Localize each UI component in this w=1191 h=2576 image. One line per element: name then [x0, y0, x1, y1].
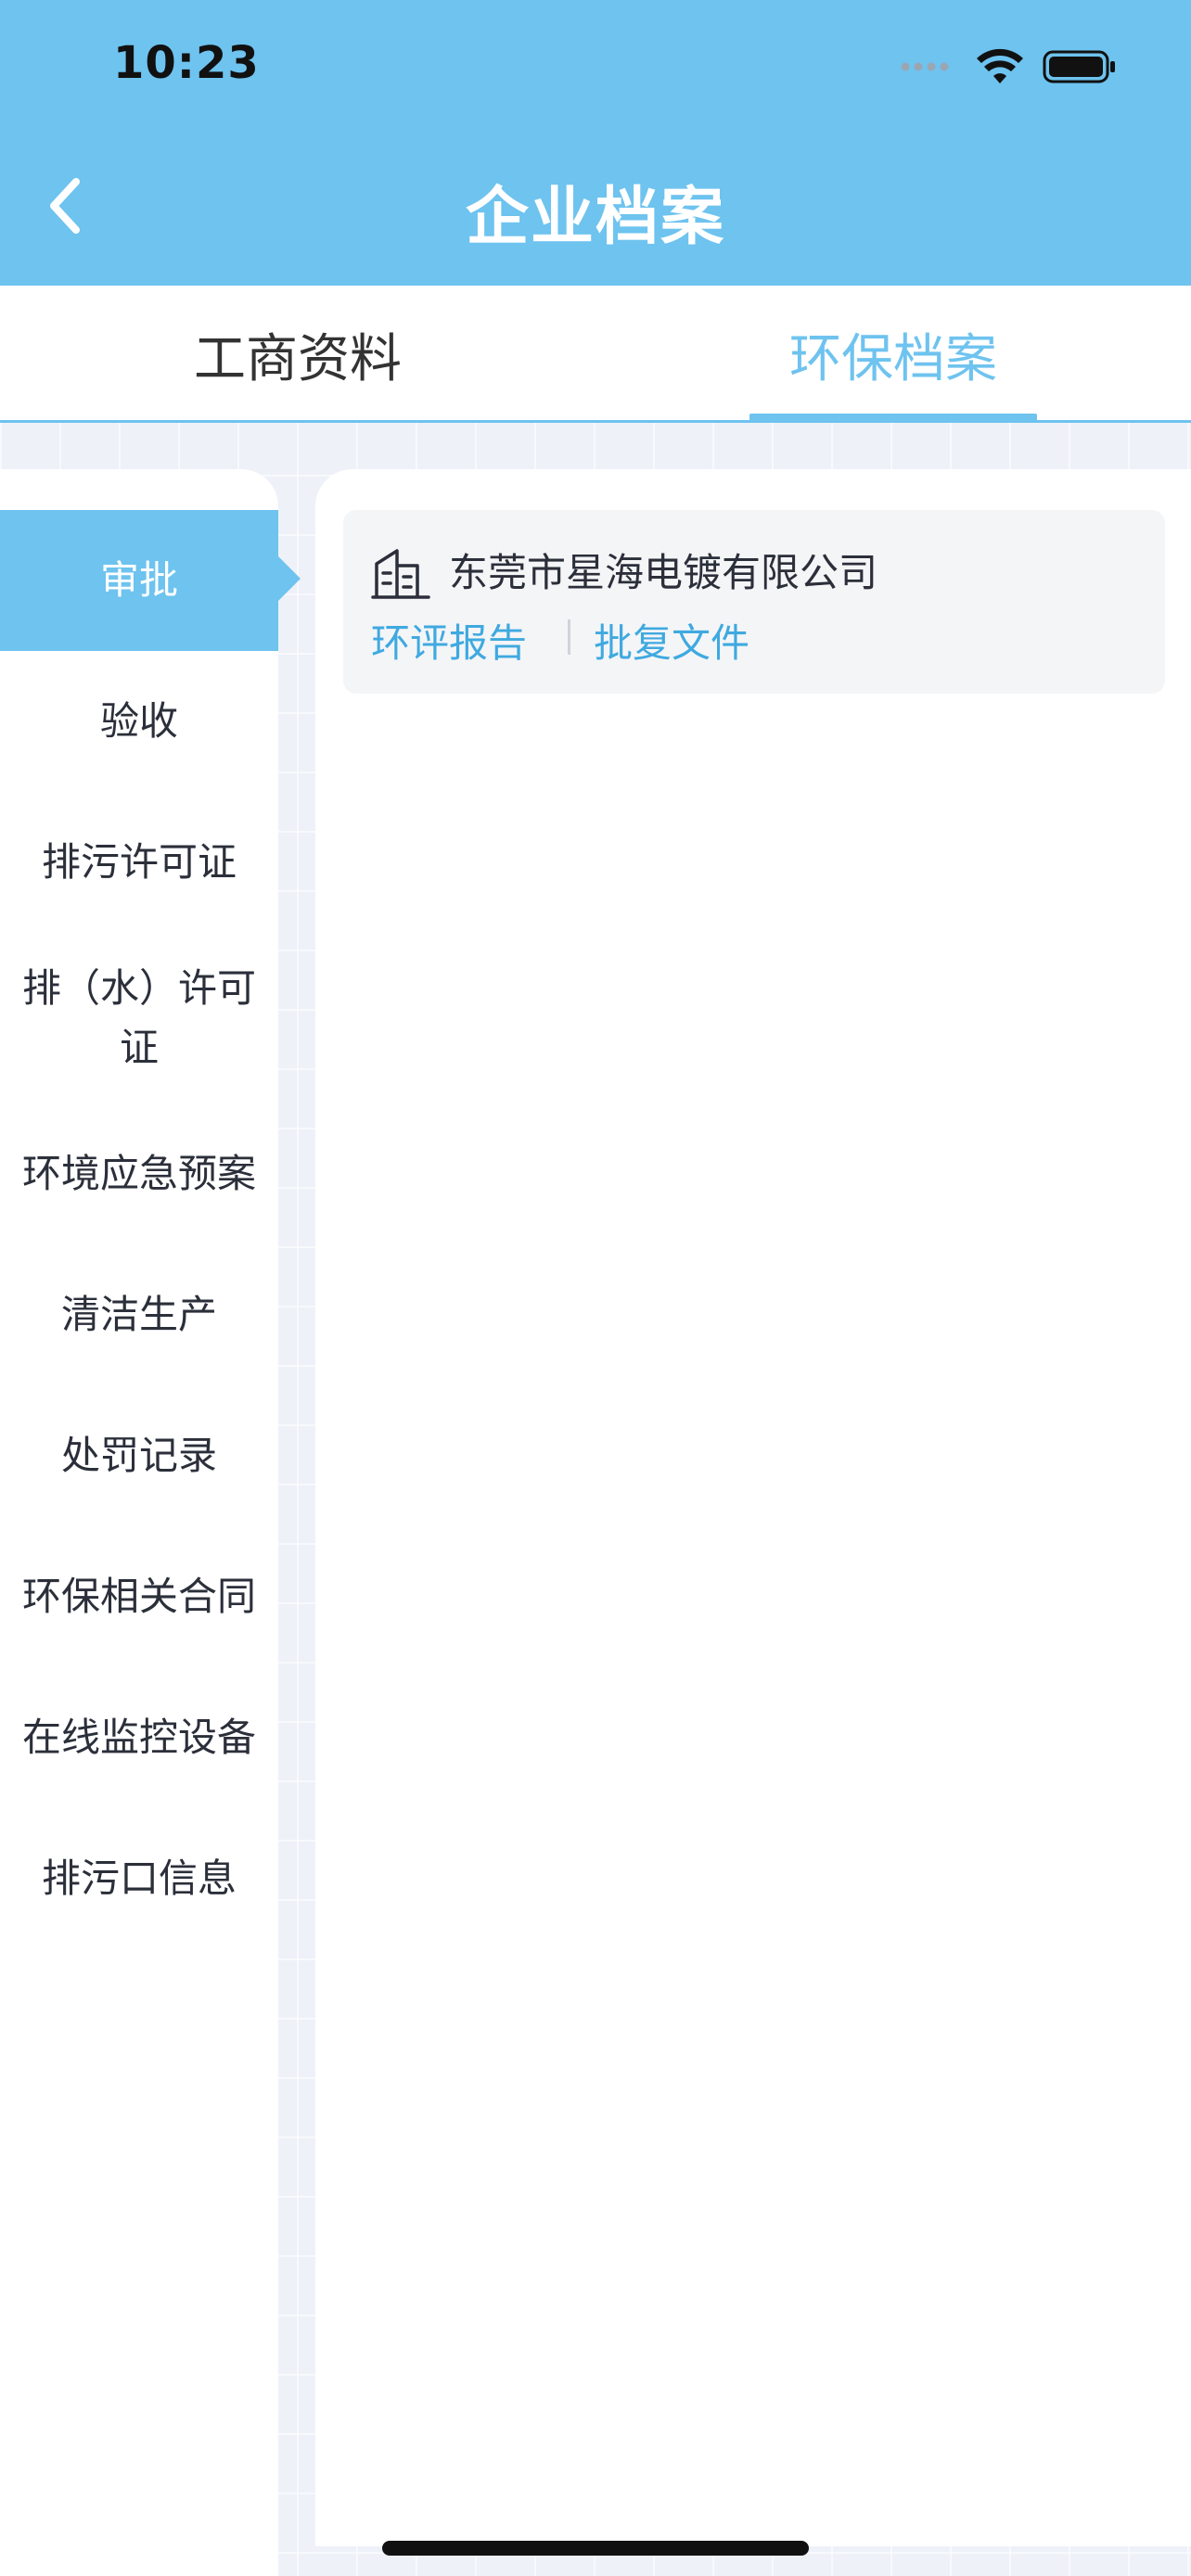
category-sidebar: 审批 验收 排污许可证 排（水）许可证 环境应急预案 清洁生产 处罚记录 环保相…: [0, 469, 278, 2576]
sidebar-item-outlet-info[interactable]: 排污口信息: [0, 1808, 278, 1949]
company-name: 东莞市星海电镀有限公司: [449, 550, 878, 595]
building-icon: [371, 549, 430, 599]
home-indicator[interactable]: [382, 2541, 809, 2556]
page-title: 企业档案: [465, 181, 725, 254]
status-icons: [900, 46, 1117, 87]
tab-active-indicator: [749, 414, 1037, 423]
battery-icon: [1043, 50, 1115, 83]
link-divider: [568, 619, 570, 655]
content-panel: 东莞市星海电镀有限公司 环评报告 批复文件: [315, 469, 1191, 2546]
approval-document-link[interactable]: 批复文件: [594, 612, 749, 669]
sidebar-item-water-permit[interactable]: 排（水）许可证: [0, 933, 278, 1103]
signal-icon: [901, 62, 949, 71]
tab-bar: 工商资料 环保档案: [0, 286, 1191, 423]
sidebar-item-discharge-permit[interactable]: 排污许可证: [0, 792, 278, 933]
wifi-icon: [977, 48, 1023, 83]
header-bar: 10:23 企业档案: [0, 0, 1191, 286]
sidebar-item-acceptance[interactable]: 验收: [0, 651, 278, 792]
sidebar-item-monitoring-devices[interactable]: 在线监控设备: [0, 1667, 278, 1808]
tab-business-info[interactable]: 工商资料: [93, 286, 503, 423]
sidebar-item-contracts[interactable]: 环保相关合同: [0, 1526, 278, 1667]
tab-environmental-archive[interactable]: 环保档案: [749, 286, 1037, 423]
sidebar-item-clean-production[interactable]: 清洁生产: [0, 1244, 278, 1385]
status-time: 10:23: [113, 37, 260, 89]
sidebar-item-penalty-records[interactable]: 处罚记录: [0, 1385, 278, 1526]
eia-report-link[interactable]: 环评报告: [371, 612, 527, 669]
active-item-arrow: [278, 556, 301, 601]
sidebar-item-approval[interactable]: 审批: [0, 510, 278, 651]
sidebar-item-emergency-plan[interactable]: 环境应急预案: [0, 1103, 278, 1244]
app-screen: 10:23 企业档案 工商资料 环保档案 审批 验收 排污许可证 排（水）许可证…: [0, 0, 1191, 2576]
company-card[interactable]: 东莞市星海电镀有限公司 环评报告 批复文件: [343, 510, 1165, 694]
